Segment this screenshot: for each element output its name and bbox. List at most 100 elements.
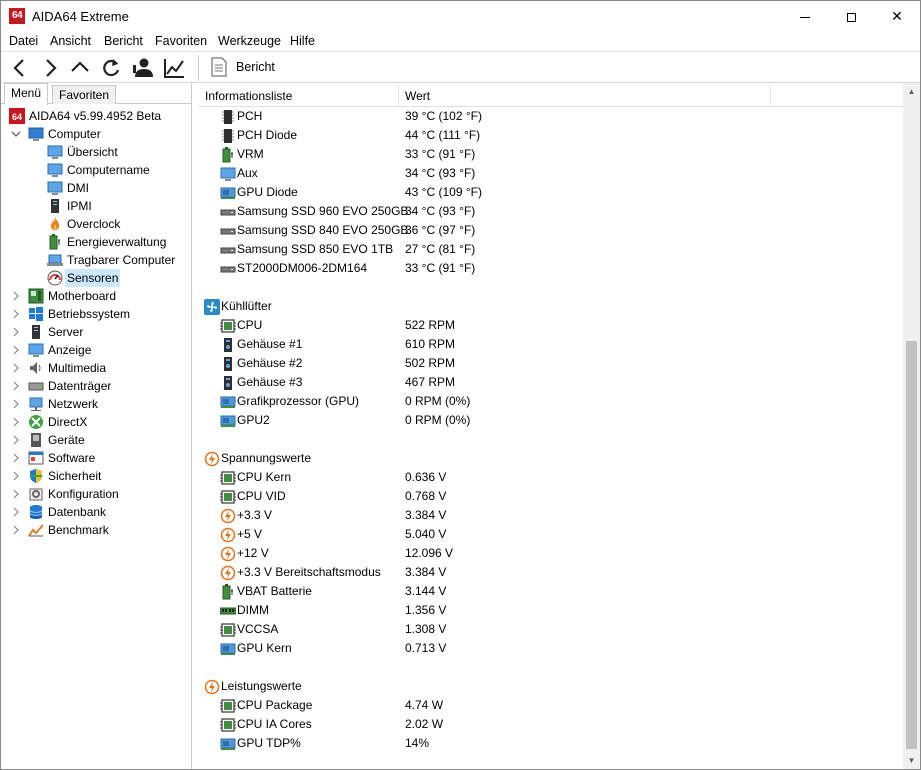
tree-item-label: Konfiguration — [48, 487, 119, 501]
list-item[interactable]: Samsung SSD 960 EVO 250GB 34 °C (93 °F) — [198, 202, 903, 221]
list-item[interactable]: VCCSA 1.308 V — [198, 620, 903, 639]
collapsed-chevron-icon[interactable] — [11, 345, 21, 355]
forward-icon[interactable] — [37, 55, 63, 81]
item-name: Aux — [237, 166, 258, 180]
list-item[interactable]: CPU VID 0.768 V — [198, 487, 903, 506]
tree-item-label: Computer — [48, 127, 101, 141]
collapsed-chevron-icon[interactable] — [11, 381, 21, 391]
list-item[interactable]: +5 V 5.040 V — [198, 525, 903, 544]
list-item[interactable]: +12 V 12.096 V — [198, 544, 903, 563]
item-value: 0 RPM (0%) — [405, 394, 471, 408]
close-button[interactable]: ✕ — [874, 1, 920, 31]
collapsed-chevron-icon[interactable] — [11, 489, 21, 499]
chart-icon[interactable] — [161, 55, 187, 81]
collapsed-chevron-icon[interactable] — [11, 417, 21, 427]
scroll-down-icon[interactable]: ▼ — [903, 752, 920, 769]
up-icon[interactable] — [67, 55, 93, 81]
menu-datei[interactable]: Datei — [9, 34, 38, 48]
config-icon — [29, 488, 43, 501]
speaker-icon — [30, 362, 41, 374]
nav-tabs: Menü Favoriten — [1, 83, 191, 105]
tab-menu[interactable]: Menü — [4, 83, 49, 105]
list-item[interactable]: Gehäuse #1 610 RPM — [198, 335, 903, 354]
title-bar[interactable]: 64 AIDA64 Extreme ✕ — [1, 1, 920, 31]
item-value: 0 RPM (0%) — [405, 413, 471, 427]
list-item[interactable]: Gehäuse #2 502 RPM — [198, 354, 903, 373]
collapsed-chevron-icon[interactable] — [11, 399, 21, 409]
case-icon — [224, 338, 232, 352]
list-item[interactable]: PCH 39 °C (102 °F) — [198, 107, 903, 126]
list-item[interactable]: VBAT Batterie 3.144 V — [198, 582, 903, 601]
collapsed-chevron-icon[interactable] — [11, 435, 21, 445]
info-list-panel: Informationsliste Wert PCH 39 °C (102 °F)… — [198, 83, 920, 769]
list-item[interactable]: Aux 34 °C (93 °F) — [198, 164, 903, 183]
column-divider[interactable] — [770, 85, 771, 105]
list-item[interactable]: GPU Diode 43 °C (109 °F) — [198, 183, 903, 202]
item-value: 4.74 W — [405, 698, 444, 712]
collapsed-chevron-icon[interactable] — [11, 453, 21, 463]
expanded-chevron-icon[interactable] — [11, 129, 21, 139]
laptop-icon — [47, 254, 63, 266]
collapsed-chevron-icon[interactable] — [11, 471, 21, 481]
refresh-icon[interactable] — [98, 55, 124, 81]
tree-item-label: Server — [48, 325, 84, 339]
tree-item-label: IPMI — [67, 199, 92, 213]
monitor-icon — [47, 163, 63, 177]
list-item[interactable]: PCH Diode 44 °C (111 °F) — [198, 126, 903, 145]
user-icon[interactable] — [130, 55, 156, 81]
list-item[interactable]: GPU TDP% 14% — [198, 734, 903, 753]
vertical-scrollbar[interactable]: ▲ ▼ — [903, 83, 920, 769]
back-icon[interactable] — [7, 55, 33, 81]
drive-icon — [220, 247, 236, 254]
menu-ansicht[interactable]: Ansicht — [50, 34, 91, 48]
toolbar: Bericht — [1, 51, 920, 83]
list-item[interactable]: GPU Kern 0.713 V — [198, 639, 903, 658]
list-item[interactable]: GPU2 0 RPM (0%) — [198, 411, 903, 430]
column-header-wert[interactable]: Wert — [405, 89, 430, 103]
item-value: 27 °C (81 °F) — [405, 242, 476, 256]
list-item[interactable]: Grafikprozessor (GPU) 0 RPM (0%) — [198, 392, 903, 411]
list-item[interactable]: +3.3 V Bereitschaftsmodus 3.384 V — [198, 563, 903, 582]
column-header-informationsliste[interactable]: Informationsliste — [205, 89, 292, 103]
list-item[interactable]: CPU 522 RPM — [198, 316, 903, 335]
collapsed-chevron-icon[interactable] — [11, 525, 21, 535]
menu-hilfe[interactable]: Hilfe — [290, 34, 315, 48]
tab-favoriten[interactable]: Favoriten — [52, 85, 117, 104]
list-item[interactable]: +3.3 V 3.384 V — [198, 506, 903, 525]
menu-werkzeuge[interactable]: Werkzeuge — [218, 34, 281, 48]
report-icon[interactable] — [211, 57, 227, 77]
list-group-header[interactable]: Leistungswerte — [198, 677, 903, 696]
list-item[interactable]: DIMM 1.356 V — [198, 601, 903, 620]
maximize-button[interactable] — [828, 1, 874, 31]
menu-favoriten[interactable]: Favoriten — [155, 34, 207, 48]
collapsed-chevron-icon[interactable] — [11, 291, 21, 301]
menu-bericht[interactable]: Bericht — [104, 34, 143, 48]
list-item[interactable]: CPU Package 4.74 W — [198, 696, 903, 715]
list-item[interactable]: VRM 33 °C (91 °F) — [198, 145, 903, 164]
item-name: GPU TDP% — [237, 736, 301, 750]
minimize-button[interactable] — [782, 1, 828, 31]
item-name: DIMM — [237, 603, 269, 617]
cpu-icon — [220, 699, 236, 713]
list-group-header[interactable]: Kühllüfter — [198, 297, 903, 316]
collapsed-chevron-icon[interactable] — [11, 363, 21, 373]
list-item[interactable]: Samsung SSD 850 EVO 1TB 27 °C (81 °F) — [198, 240, 903, 259]
collapsed-chevron-icon[interactable] — [11, 309, 21, 319]
list-item[interactable]: CPU Kern 0.636 V — [198, 468, 903, 487]
list-item[interactable]: Samsung SSD 840 EVO 250GB 36 °C (97 °F) — [198, 221, 903, 240]
shield-icon — [30, 469, 42, 483]
list-group-header[interactable]: Spannungswerte — [198, 449, 903, 468]
report-button[interactable]: Bericht — [236, 60, 275, 74]
list-item[interactable]: CPU IA Cores 2.02 W — [198, 715, 903, 734]
list-item[interactable]: Gehäuse #3 467 RPM — [198, 373, 903, 392]
scroll-up-icon[interactable]: ▲ — [903, 83, 920, 100]
item-name: CPU Package — [237, 698, 313, 712]
tree-item-label: Computername — [67, 163, 150, 177]
scrollbar-thumb[interactable] — [906, 341, 917, 749]
list-item[interactable]: ST2000DM006-2DM164 33 °C (91 °F) — [198, 259, 903, 278]
drive-icon — [220, 209, 236, 216]
collapsed-chevron-icon[interactable] — [11, 327, 21, 337]
collapsed-chevron-icon[interactable] — [11, 507, 21, 517]
column-divider[interactable] — [398, 85, 399, 105]
item-name: +3.3 V — [237, 508, 273, 522]
